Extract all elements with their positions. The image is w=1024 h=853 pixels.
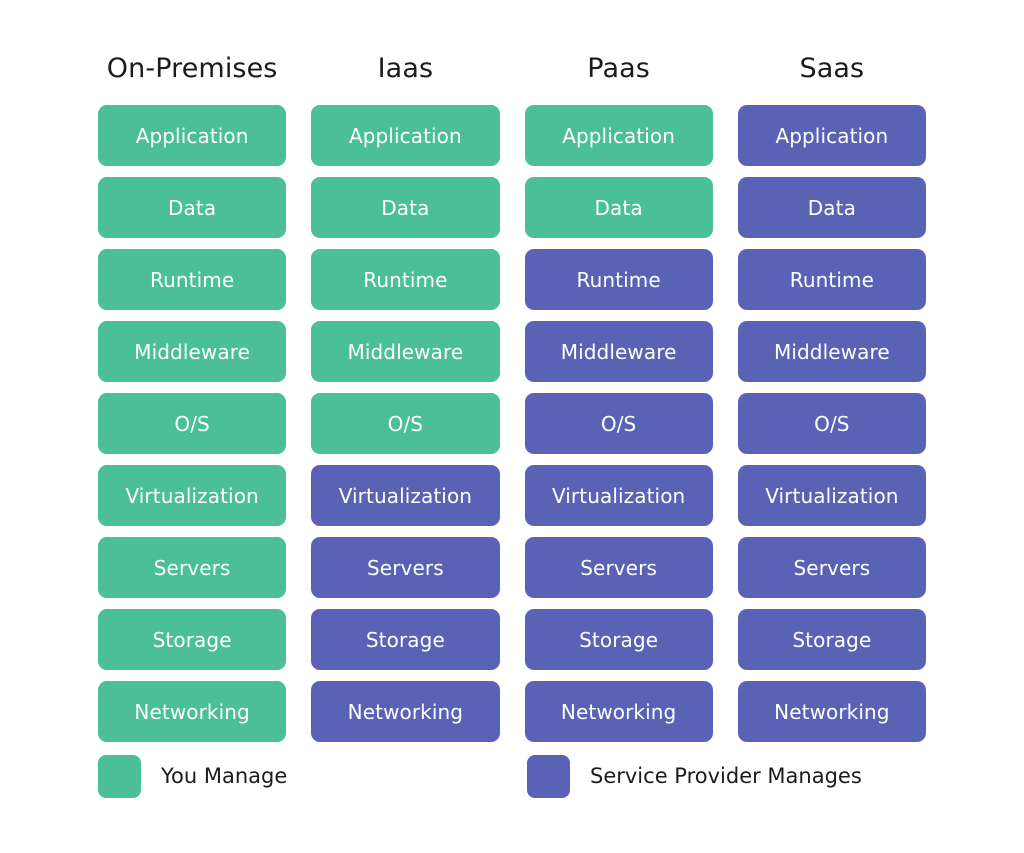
layer-cell: Virtualization — [98, 465, 287, 526]
column-paas: Paas Application Data Runtime Middleware… — [524, 48, 713, 742]
layer-cell: Runtime — [737, 249, 926, 310]
legend-swatch-you-manage — [98, 754, 141, 798]
layer-cell: O/S — [737, 393, 926, 454]
layer-cell: Runtime — [524, 249, 713, 310]
layer-cell: Data — [524, 177, 713, 238]
layer-cell: Networking — [524, 681, 713, 742]
column-header: Saas — [799, 53, 865, 84]
layer-cell: Application — [311, 105, 500, 166]
layer-cell: Middleware — [524, 321, 713, 382]
layer-cell: Storage — [98, 609, 287, 670]
layer-cell: Servers — [737, 537, 926, 598]
legend: You Manage Service Provider Manages — [98, 752, 926, 800]
legend-entry-provider-manages: Service Provider Manages — [527, 752, 862, 800]
layer-cell: Middleware — [311, 321, 500, 382]
layer-cell: Networking — [98, 681, 287, 742]
legend-label: You Manage — [161, 764, 288, 788]
layer-cell: O/S — [311, 393, 500, 454]
layer-cell: Application — [524, 105, 713, 166]
cloud-responsibility-diagram: On-Premises Application Data Runtime Mid… — [0, 0, 1024, 853]
layer-cell: Networking — [737, 681, 926, 742]
layer-cell: Data — [737, 177, 926, 238]
layer-cell: Middleware — [737, 321, 926, 382]
column-header: Paas — [587, 53, 650, 84]
legend-swatch-provider-manages — [527, 754, 570, 798]
layer-cell: Runtime — [98, 249, 287, 310]
layer-cell: Virtualization — [524, 465, 713, 526]
layer-cell: Application — [737, 105, 926, 166]
layer-cell: Storage — [737, 609, 926, 670]
layer-cell: Storage — [524, 609, 713, 670]
layer-cell: Storage — [311, 609, 500, 670]
layer-cell: Middleware — [98, 321, 287, 382]
layer-cell: Virtualization — [311, 465, 500, 526]
layer-cell: Runtime — [311, 249, 500, 310]
column-on-premises: On-Premises Application Data Runtime Mid… — [98, 48, 287, 742]
layer-cell: Servers — [311, 537, 500, 598]
layer-cell: Virtualization — [737, 465, 926, 526]
layer-cell: O/S — [98, 393, 287, 454]
column-iaas: Iaas Application Data Runtime Middleware… — [311, 48, 500, 742]
layer-cell: Servers — [524, 537, 713, 598]
columns-grid: On-Premises Application Data Runtime Mid… — [98, 48, 926, 742]
column-header: Iaas — [377, 53, 434, 84]
legend-label: Service Provider Manages — [590, 764, 862, 788]
layer-cell: Servers — [98, 537, 287, 598]
layer-cell: Networking — [311, 681, 500, 742]
column-saas: Saas Application Data Runtime Middleware… — [737, 48, 926, 742]
layer-cell: Data — [311, 177, 500, 238]
column-header: On-Premises — [106, 53, 278, 84]
layer-cell: O/S — [524, 393, 713, 454]
layer-cell: Application — [98, 105, 287, 166]
layer-cell: Data — [98, 177, 287, 238]
legend-entry-you-manage: You Manage — [98, 752, 287, 800]
